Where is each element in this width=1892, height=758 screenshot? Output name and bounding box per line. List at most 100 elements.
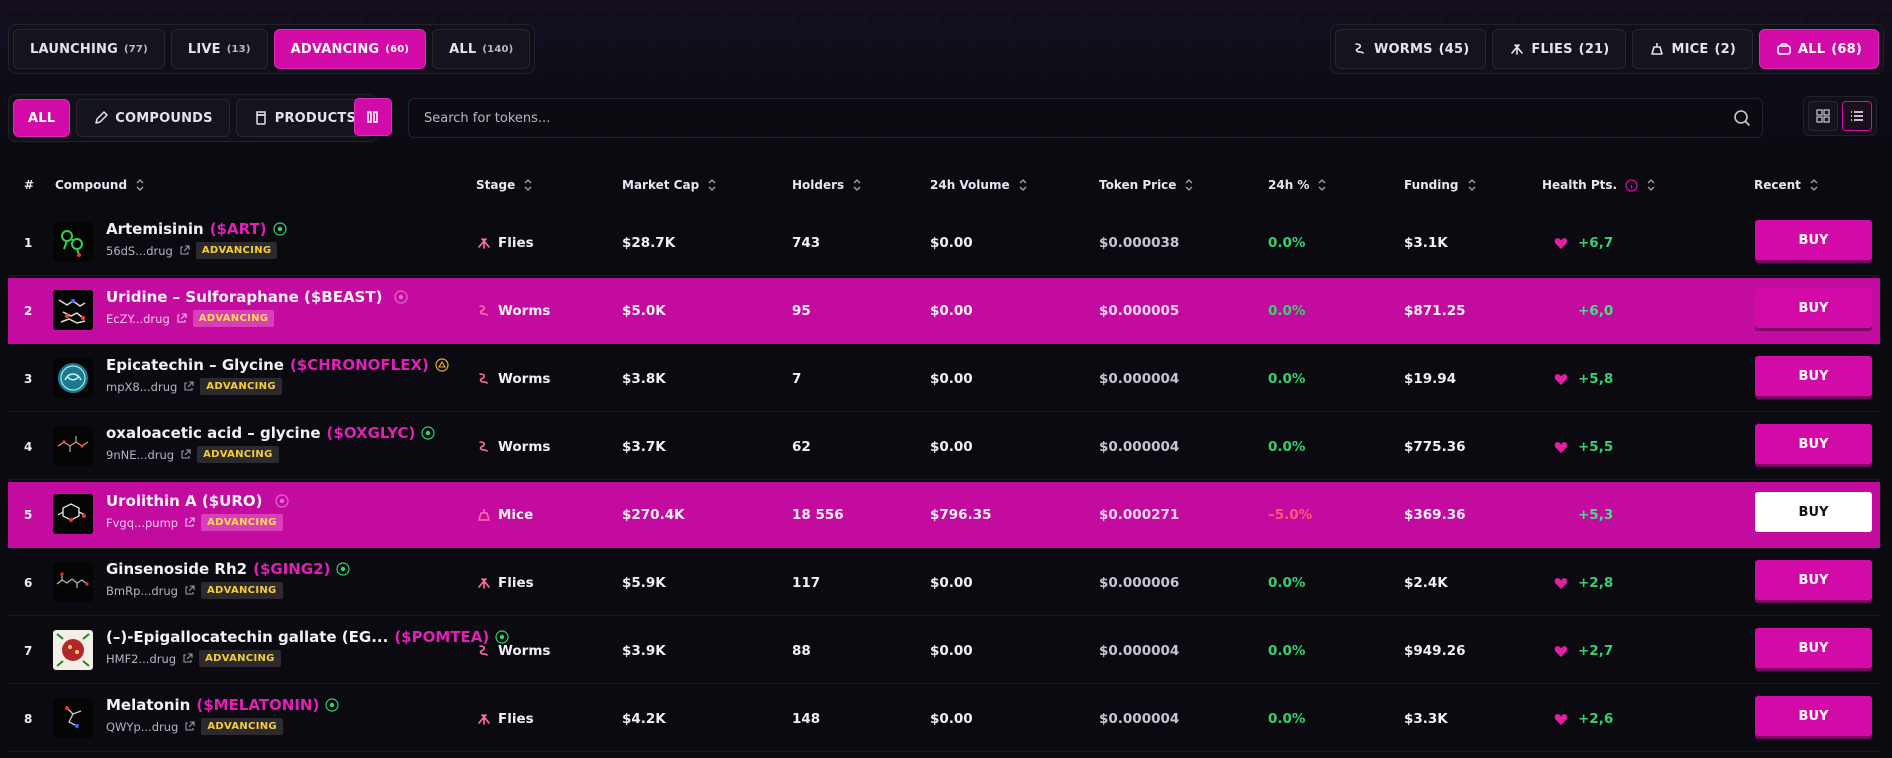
verified-icon (274, 494, 289, 508)
stage-label: Worms (498, 303, 551, 319)
external-link-icon[interactable] (184, 517, 195, 528)
pause-icon (367, 111, 378, 123)
compound-name[interactable]: Epicatechin – Glycine (106, 356, 284, 374)
row-number: 2 (24, 304, 33, 318)
table-row[interactable]: 6 Ginsenoside Rh2 ($GING2) BmRp...drug ADVAN… (8, 550, 1880, 616)
table-row[interactable]: 7 (–)-Epigallocatechin gallate (EG... ($PO… (8, 618, 1880, 684)
compound-name[interactable]: Melatonin (106, 696, 190, 714)
column-label: Stage (476, 178, 516, 192)
compound-thumbnail (53, 494, 93, 534)
external-link-icon[interactable] (182, 653, 193, 664)
compound-thumbnail (53, 698, 93, 738)
compound-name[interactable]: Uridine – Sulforaphane ($BEAST) (106, 288, 382, 306)
tab-all-stages[interactable]: ALL (140) (432, 29, 531, 69)
tab-category-all[interactable]: ALL (13, 99, 71, 137)
buy-button[interactable]: BUY (1755, 492, 1872, 532)
verified-icon (394, 290, 409, 304)
external-link-icon[interactable] (184, 585, 195, 596)
tab-advancing[interactable]: ADVANCING (60) (273, 29, 427, 69)
compound-name[interactable]: Artemisinin (106, 220, 204, 238)
list-view-button[interactable] (1842, 101, 1872, 131)
funding-cell: $2.4K (1404, 575, 1448, 591)
compound-name[interactable]: (–)-Epigallocatechin gallate (EG... (106, 628, 388, 646)
health-cell: +5,8 (1554, 346, 1613, 412)
tab-all-animals[interactable]: ALL (68) (1758, 29, 1879, 69)
buy-button[interactable]: BUY (1755, 628, 1872, 668)
health-points: +6,0 (1578, 303, 1614, 319)
external-link-icon[interactable] (179, 245, 190, 256)
token-address[interactable]: Fvgq...pump (106, 516, 178, 530)
health-points: +6,7 (1578, 235, 1614, 251)
compound-ticker: ($ART) (209, 220, 267, 238)
compound-info: Ginsenoside Rh2 ($GING2) BmRp...drug ADVANC… (106, 560, 351, 599)
tab-products[interactable]: PRODUCTS (235, 99, 374, 137)
health-cell: +6,0 (1554, 278, 1613, 344)
tab-live[interactable]: LIVE (13) (170, 29, 268, 69)
column-label: 24h Volume (930, 178, 1010, 192)
market-cap-cell: $3.7K (622, 439, 666, 455)
column-compound[interactable]: Compound (55, 178, 145, 192)
compound-name[interactable]: Urolithin A ($URO) (106, 492, 263, 510)
external-link-icon[interactable] (184, 721, 195, 732)
info-icon[interactable] (1625, 178, 1638, 192)
tab-compounds[interactable]: COMPOUNDS (76, 99, 230, 137)
grid-view-button[interactable] (1808, 101, 1838, 131)
external-link-icon[interactable] (176, 313, 187, 324)
market-cap-cell: $5.0K (622, 303, 666, 319)
token-address[interactable]: HMF2...drug (106, 652, 176, 666)
column-holders[interactable]: Holders (792, 178, 862, 192)
row-number: 7 (24, 644, 33, 658)
search-input[interactable] (409, 98, 1722, 138)
token-address[interactable]: BmRp...drug (106, 584, 178, 598)
funding-cell: $3.3K (1404, 711, 1448, 727)
token-price-cell: $0.000005 (1099, 303, 1180, 319)
column-funding[interactable]: Funding (1404, 178, 1477, 192)
volume-cell: $0.00 (930, 303, 973, 319)
table-row[interactable]: 1 Artemisinin ($ART) 56dS...drug ADVANCING Fl… (8, 210, 1880, 276)
tab-launching[interactable]: LAUNCHING (77) (13, 29, 165, 69)
table-row[interactable]: 4 oxaloacetic acid – glycine ($OXGLYC) 9nNE… (8, 414, 1880, 480)
token-address[interactable]: 9nNE...drug (106, 448, 174, 462)
table-row[interactable]: 3 Epicatechin – Glycine ($CHRONOFLEX) mpX8.… (8, 346, 1880, 412)
mouse-icon (1651, 43, 1664, 55)
buy-button[interactable]: BUY (1755, 424, 1872, 464)
table-header: # Compound Stage Market Cap Holders 24h … (8, 168, 1880, 202)
token-address[interactable]: 56dS...drug (106, 244, 173, 258)
external-link-icon[interactable] (183, 381, 194, 392)
external-link-icon[interactable] (180, 449, 191, 460)
column-market-cap[interactable]: Market Cap (622, 178, 717, 192)
table-row[interactable]: 2 Uridine – Sulforaphane ($BEAST) EcZY...d… (8, 278, 1880, 344)
column-recent[interactable]: Recent (1754, 178, 1819, 192)
status-badge: ADVANCING (195, 242, 278, 259)
compound-name[interactable]: Ginsenoside Rh2 (106, 560, 247, 578)
column-label: Health Pts. (1542, 178, 1618, 192)
compound-name[interactable]: oxaloacetic acid – glycine (106, 424, 321, 442)
pause-button[interactable] (354, 98, 392, 136)
search-icon[interactable] (1722, 109, 1762, 127)
token-address[interactable]: EcZY...drug (106, 312, 170, 326)
buy-button[interactable]: BUY (1755, 288, 1872, 328)
table-row[interactable]: 8 Melatonin ($MELATONIN) QWYp...drug ADVANCI… (8, 686, 1880, 752)
token-address[interactable]: mpX8...drug (106, 380, 177, 394)
volume-cell: $0.00 (930, 235, 973, 251)
row-number: 8 (24, 712, 33, 726)
column-change[interactable]: 24h % (1268, 178, 1327, 192)
column-stage[interactable]: Stage (476, 178, 533, 192)
box-icon (1777, 43, 1791, 55)
buy-button[interactable]: BUY (1755, 560, 1872, 600)
column-volume[interactable]: 24h Volume (930, 178, 1028, 192)
token-address[interactable]: QWYp...drug (106, 720, 178, 734)
tab-flies[interactable]: FLIES (21) (1492, 29, 1627, 69)
tab-mice[interactable]: MICE (2) (1632, 29, 1753, 69)
column-token-price[interactable]: Token Price (1099, 178, 1194, 192)
worm-icon (479, 373, 488, 384)
buy-button[interactable]: BUY (1755, 220, 1872, 260)
buy-button[interactable]: BUY (1755, 696, 1872, 736)
tab-worms[interactable]: WORMS (45) (1334, 29, 1487, 69)
table-row[interactable]: 5 Urolithin A ($URO) Fvgq...pump ADVANCING M… (8, 482, 1880, 548)
buy-button[interactable]: BUY (1755, 356, 1872, 396)
stage-label: Worms (498, 371, 551, 387)
status-badge: ADVANCING (200, 378, 282, 395)
health-cell: +2,6 (1554, 686, 1613, 752)
column-health[interactable]: Health Pts. (1542, 178, 1656, 192)
